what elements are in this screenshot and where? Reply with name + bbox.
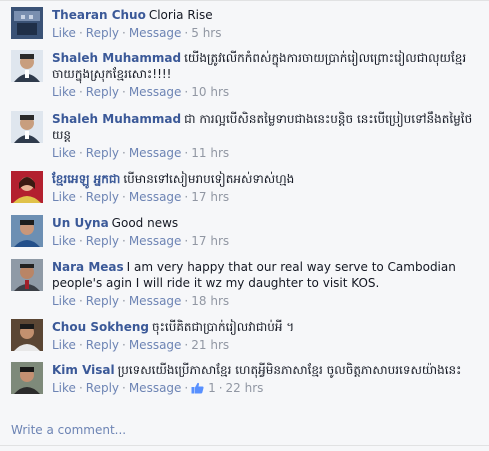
reply-link[interactable]: Reply: [86, 234, 119, 248]
comment-author[interactable]: Kim Visal: [52, 363, 115, 377]
avatar[interactable]: [11, 171, 43, 203]
reply-link[interactable]: Reply: [86, 294, 119, 308]
separator-dot: ·: [184, 234, 189, 248]
comment-actions: Like · Reply · Message · 5 hrs: [52, 25, 481, 41]
message-link[interactable]: Message: [129, 146, 182, 160]
comment-text: Good news: [111, 216, 179, 230]
separator-dot: ·: [184, 26, 189, 40]
message-link[interactable]: Message: [129, 26, 182, 40]
comment-timestamp[interactable]: 17 hrs: [191, 234, 229, 248]
comment-actions: Like · Reply · Message · 17 hrs: [52, 189, 481, 205]
separator-dot: ·: [184, 85, 189, 99]
like-count-value: 1: [208, 381, 216, 395]
avatar[interactable]: [11, 362, 43, 394]
thumbs-up-icon: [191, 382, 204, 394]
separator-dot: ·: [78, 381, 83, 395]
comment-actions: Like · Reply · Message · 18 hrs: [52, 293, 481, 309]
comment-timestamp[interactable]: 21 hrs: [191, 338, 229, 352]
separator-dot: ·: [184, 338, 189, 352]
separator-dot: ·: [78, 338, 83, 352]
message-link[interactable]: Message: [129, 190, 182, 204]
comment-text: ចុះបើគិតជាប្រាក់រៀលវាជាប់អី ។: [152, 320, 295, 334]
bottom-divider: [0, 445, 489, 446]
separator-dot: ·: [184, 294, 189, 308]
reply-link[interactable]: Reply: [86, 26, 119, 40]
comment-timestamp[interactable]: 18 hrs: [191, 294, 229, 308]
message-link[interactable]: Message: [129, 85, 182, 99]
separator-dot: ·: [184, 381, 189, 395]
comment-actions: Like · Reply · Message · 21 hrs: [52, 337, 481, 353]
comment-actions: Like · Reply · Message · 10 hrs: [52, 84, 481, 100]
comment-timestamp[interactable]: 5 hrs: [191, 26, 221, 40]
message-link[interactable]: Message: [129, 294, 182, 308]
like-link[interactable]: Like: [52, 294, 76, 308]
reply-link[interactable]: Reply: [86, 146, 119, 160]
separator-dot: ·: [184, 146, 189, 160]
like-link[interactable]: Like: [52, 146, 76, 160]
separator-dot: ·: [122, 381, 126, 395]
like-link[interactable]: Like: [52, 85, 76, 99]
comment-timestamp[interactable]: 22 hrs: [226, 381, 264, 395]
reply-link[interactable]: Reply: [86, 338, 119, 352]
separator-dot: ·: [78, 190, 83, 204]
message-link[interactable]: Message: [129, 338, 182, 352]
comment-author[interactable]: Nara Meas: [52, 260, 124, 274]
comment-text: ប្រទេសយើងប្រើភាសាខ្មែរ ហេតុអ្វីមិនភាសាខ្…: [117, 363, 462, 377]
comments-panel: Thearan Chuo Cloria Rise Like · Reply · Messa…: [0, 0, 489, 451]
comment-actions: Like · Reply · Message · 17 hrs: [52, 233, 481, 249]
comment-timestamp[interactable]: 11 hrs: [191, 146, 229, 160]
avatar[interactable]: [11, 111, 43, 143]
comment-timestamp[interactable]: 17 hrs: [191, 190, 229, 204]
comment-actions: Like · Reply · Message · 11 hrs: [52, 145, 481, 161]
like-link[interactable]: Like: [52, 381, 76, 395]
separator-dot: ·: [122, 234, 126, 248]
like-link[interactable]: Like: [52, 190, 76, 204]
avatar[interactable]: [11, 259, 43, 291]
like-count[interactable]: 1: [191, 381, 216, 395]
separator-dot: ·: [78, 26, 83, 40]
separator-dot: ·: [78, 85, 83, 99]
separator-dot: ·: [78, 234, 83, 248]
comment-timestamp[interactable]: 10 hrs: [191, 85, 229, 99]
comment-author[interactable]: Thearan Chuo: [52, 8, 146, 22]
separator-dot: ·: [78, 294, 83, 308]
write-comment-link[interactable]: Write a comment...: [11, 423, 126, 437]
separator-dot: ·: [122, 85, 126, 99]
comment-actions: Like · Reply · Message · 1 · 22 hrs: [52, 380, 481, 396]
message-link[interactable]: Message: [129, 234, 182, 248]
like-link[interactable]: Like: [52, 338, 76, 352]
separator-dot: ·: [184, 190, 189, 204]
reply-link[interactable]: Reply: [86, 85, 119, 99]
separator-dot: ·: [78, 146, 83, 160]
separator-dot: ·: [122, 190, 126, 204]
avatar[interactable]: [11, 7, 43, 39]
like-link[interactable]: Like: [52, 234, 76, 248]
separator-dot: ·: [122, 338, 126, 352]
comment-author[interactable]: Un Uyna: [52, 216, 109, 230]
avatar[interactable]: [11, 215, 43, 247]
comment-text: បើមានទៅសៀមរាបទៀតអស់ទាស់ហ្មង: [123, 172, 295, 186]
comment-text: Cloria Rise: [148, 8, 213, 22]
reply-link[interactable]: Reply: [86, 381, 119, 395]
message-link[interactable]: Message: [129, 381, 182, 395]
comment-author[interactable]: Shaleh Muhammad: [52, 51, 181, 65]
comment-author[interactable]: ខ្មែរអេឡូ អ្នកជា: [52, 172, 120, 186]
avatar[interactable]: [11, 50, 43, 82]
reply-link[interactable]: Reply: [86, 190, 119, 204]
comment-author[interactable]: Chou Sokheng: [52, 320, 149, 334]
avatar[interactable]: [11, 319, 43, 351]
separator-dot: ·: [122, 146, 126, 160]
separator-dot: ·: [122, 294, 126, 308]
separator-dot: ·: [218, 381, 223, 395]
comment-author[interactable]: Shaleh Muhammad: [52, 112, 181, 126]
separator-dot: ·: [122, 26, 126, 40]
like-link[interactable]: Like: [52, 26, 76, 40]
